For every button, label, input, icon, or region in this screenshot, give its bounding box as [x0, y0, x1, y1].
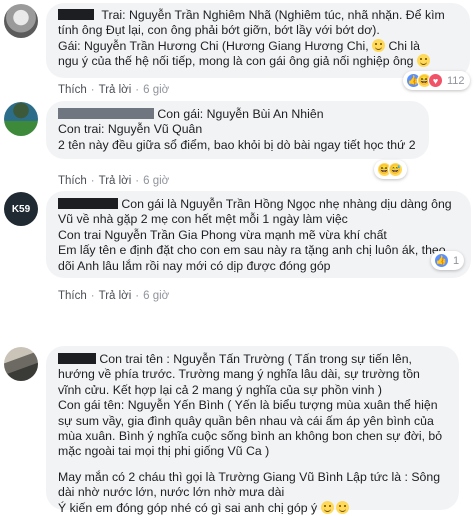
comment-line: Con trai Nguyễn Trần Gia Phong vừa mạnh … [58, 227, 387, 242]
smile-emoji-icon [320, 500, 334, 514]
comment-line: Chi là [388, 38, 420, 53]
avatar-text: K59 [11, 203, 31, 215]
sweat-icon: 😅 [388, 162, 403, 177]
comment-line: Con trai tên : Nguyễn Tấn Trường ( Tấn t… [99, 352, 412, 366]
comment-line: tính ông Đụt lại, con ông phải bớt giỡn,… [58, 23, 380, 38]
comment-line: Con trai: Nguyễn Vũ Quân [58, 122, 203, 137]
reply-link[interactable]: Trả lời [99, 290, 132, 302]
like-icon: 👍 [434, 253, 449, 268]
like-link[interactable]: Thích [58, 175, 87, 187]
comment-line: May mắn có 2 cháu thì gọi là Trường Gian… [58, 469, 441, 484]
comment-author[interactable] [58, 8, 94, 22]
comment-actions: Thích · Trả lời · 6 giờ [58, 175, 170, 187]
comment-line: mặc ngoài tai mọi thị phi giống Vũ Ca ) [58, 444, 270, 459]
reaction-summary[interactable]: 😆 😅 [374, 160, 407, 179]
avatar[interactable]: K59 [4, 192, 38, 226]
pointing-emoji-icon [416, 54, 430, 68]
reaction-count: 112 [447, 74, 465, 87]
comment-line: vĩnh cửu. Kết hợp lại cả 2 mang ý nghĩa … [58, 382, 382, 397]
comment-author[interactable] [58, 197, 118, 211]
reaction-summary[interactable]: 👍 😆 ♥ 112 [403, 71, 470, 90]
comment-bubble: Con trai tên : Nguyễn Tấn Trường ( Tấn t… [46, 346, 459, 515]
avatar[interactable] [4, 102, 38, 136]
comment-line: Con gái tên: Nguyễn Yến Bình ( Yến là bi… [58, 398, 438, 413]
comment-time[interactable]: 6 giờ [143, 175, 169, 187]
smile-emoji-icon [372, 38, 386, 52]
reply-link[interactable]: Trả lời [99, 84, 132, 96]
like-link[interactable]: Thích [58, 290, 87, 302]
comment-line: dõi Anh lâu lắm rồi nay mới có dịp được … [58, 258, 331, 273]
comment-line: Con gái là Nguyễn Trần Hồng Ngọc nhẹ nhà… [121, 197, 452, 211]
comment-line: Gái: Nguyễn Trần Hương Chi (Hương Giang … [58, 38, 369, 53]
reaction-count: 1 [453, 254, 460, 267]
avatar[interactable] [4, 4, 38, 38]
comment-actions: Thích · Trả lời · 6 giờ [58, 290, 170, 302]
smile-emoji-icon [335, 500, 349, 514]
comment-author[interactable] [58, 352, 96, 366]
comment-time[interactable]: 6 giờ [143, 84, 169, 96]
comment-line: Ý kiến em đóng góp nhé có gì sai anh chị… [58, 500, 318, 515]
comment-time[interactable]: 6 giờ [143, 290, 169, 302]
like-link[interactable]: Thích [58, 84, 87, 96]
comment-author[interactable] [58, 107, 154, 121]
reaction-summary[interactable]: 👍 1 [431, 251, 465, 270]
comment-line: hướng về phía trước. Trường mang ý nghĩa… [58, 367, 420, 382]
comment-actions: Thích · Trả lời · 6 giờ [58, 84, 170, 96]
comment-line: 2 tên này đều giữa sổ điểm, bao khỏi bị … [58, 137, 416, 152]
comment-line: mùa xuân. Bình ý nghĩa cuộc sống bình an… [58, 429, 443, 444]
comment-bubble: Con gái: Nguyễn Bùi An Nhiên Con trai: N… [46, 101, 429, 159]
comment-line: Em lấy tên e định đặt cho con em sau này… [58, 243, 446, 258]
comment-line: dài nhờ nước lớn, nước lớn nhờ mưa dài [58, 485, 285, 500]
comment-bubble: Con gái là Nguyễn Trần Hồng Ngọc nhẹ nhà… [46, 191, 471, 278]
love-icon: ♥ [428, 73, 443, 88]
comment-line: Con gái: Nguyễn Bùi An Nhiên [157, 107, 324, 121]
comment-line: Trai: Nguyễn Trần Nghiêm Nhã (Nghiêm túc… [101, 8, 445, 22]
comment-line: ngu ý của thế hệ nối tiếp, mong là con g… [58, 54, 414, 69]
comment-bubble: Trai: Nguyễn Trần Nghiêm Nhã (Nghiêm túc… [46, 3, 470, 78]
comment-line: sự sum vầy, gia đình quây quần bên nhau … [58, 413, 434, 428]
avatar[interactable] [4, 347, 38, 381]
reply-link[interactable]: Trả lời [99, 175, 132, 187]
comment-line: Vũ về nhà gặp 2 mẹ con hết mệt mỗi 1 ngà… [58, 212, 348, 227]
